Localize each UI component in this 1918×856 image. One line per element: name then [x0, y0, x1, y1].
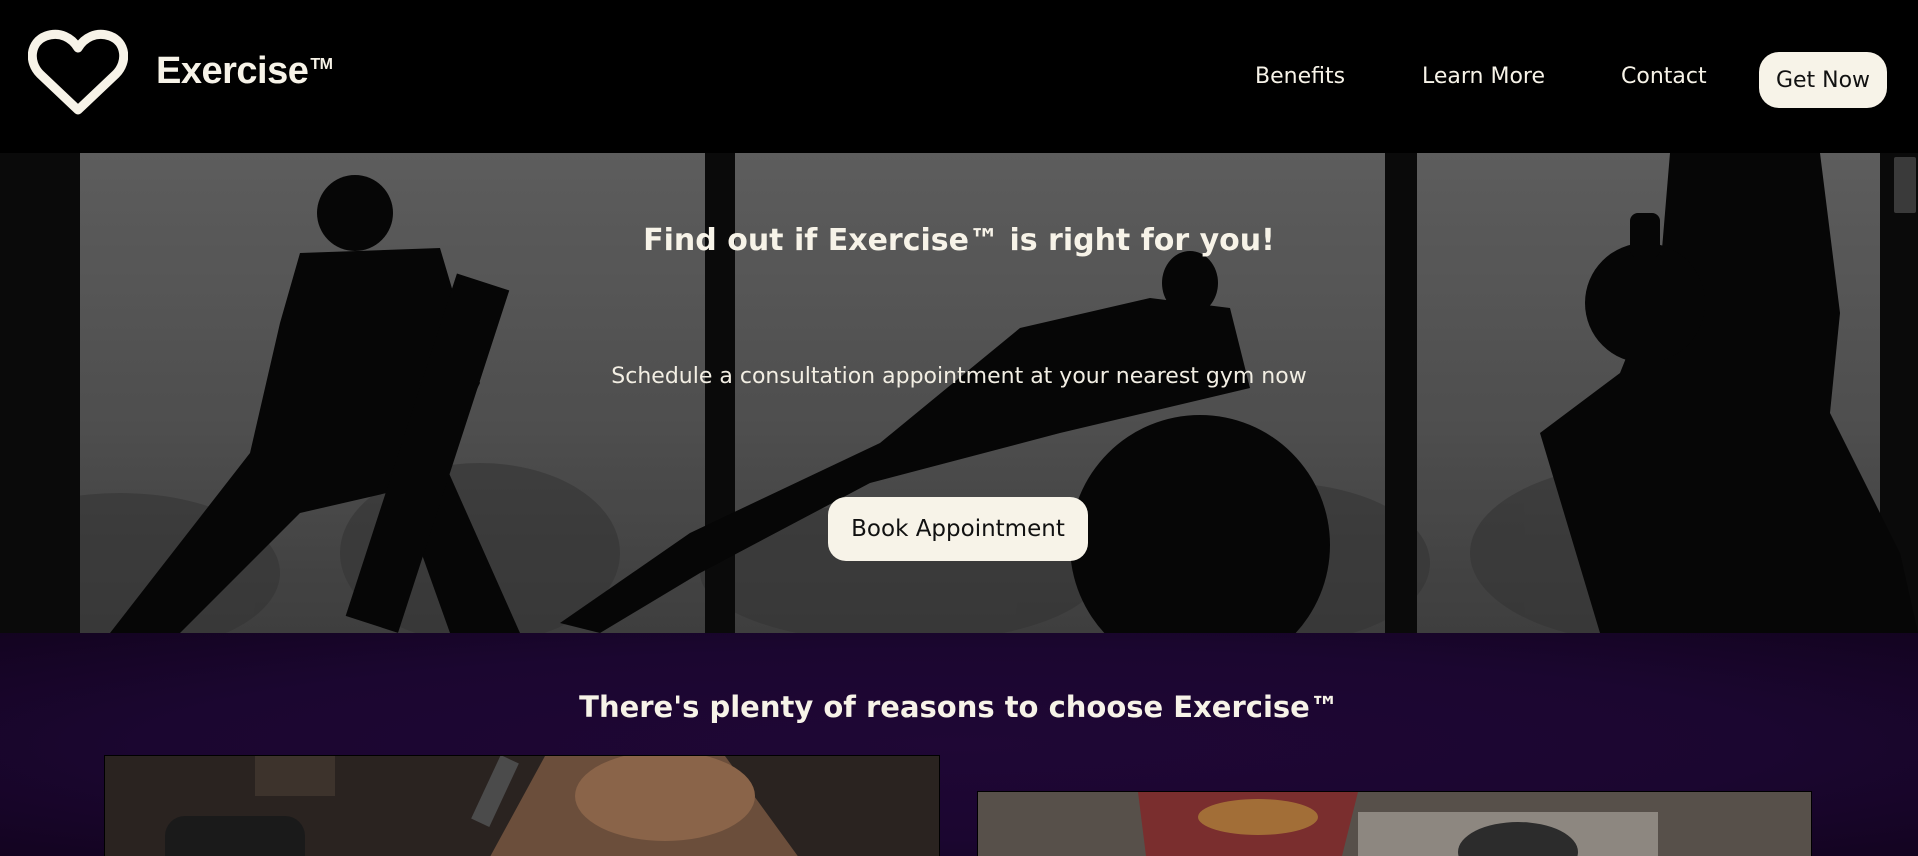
brand-name-text: Exercise [156, 50, 309, 92]
brand-name[interactable]: Exercise TM [156, 50, 333, 93]
reason-card-image-2 [977, 791, 1812, 856]
nav-link-benefits[interactable]: Benefits [1255, 64, 1345, 89]
gym-photo-2 [978, 792, 1811, 856]
get-now-button[interactable]: Get Now [1759, 52, 1887, 108]
hero-banner: Find out if Exercise™ is right for you! … [0, 153, 1918, 633]
reasons-section: There's plenty of reasons to choose Exer… [0, 633, 1918, 856]
heart-outline-icon[interactable] [28, 28, 128, 118]
reasons-title: There's plenty of reasons to choose Exer… [579, 690, 1339, 724]
gym-photo-1 [105, 756, 939, 856]
site-header: Exercise TM Benefits Learn More Contact G… [0, 0, 1918, 153]
nav-link-learn-more[interactable]: Learn More [1422, 64, 1545, 89]
hero-title: Find out if Exercise™ is right for you! [643, 223, 1275, 258]
book-appointment-button[interactable]: Book Appointment [828, 497, 1088, 561]
hero-subtitle: Schedule a consultation appointment at y… [611, 364, 1307, 389]
trademark-mark: TM [310, 56, 333, 73]
reason-card-image-1 [104, 755, 940, 856]
scrollbar-thumb[interactable] [1894, 157, 1916, 213]
nav-link-contact[interactable]: Contact [1621, 64, 1707, 89]
